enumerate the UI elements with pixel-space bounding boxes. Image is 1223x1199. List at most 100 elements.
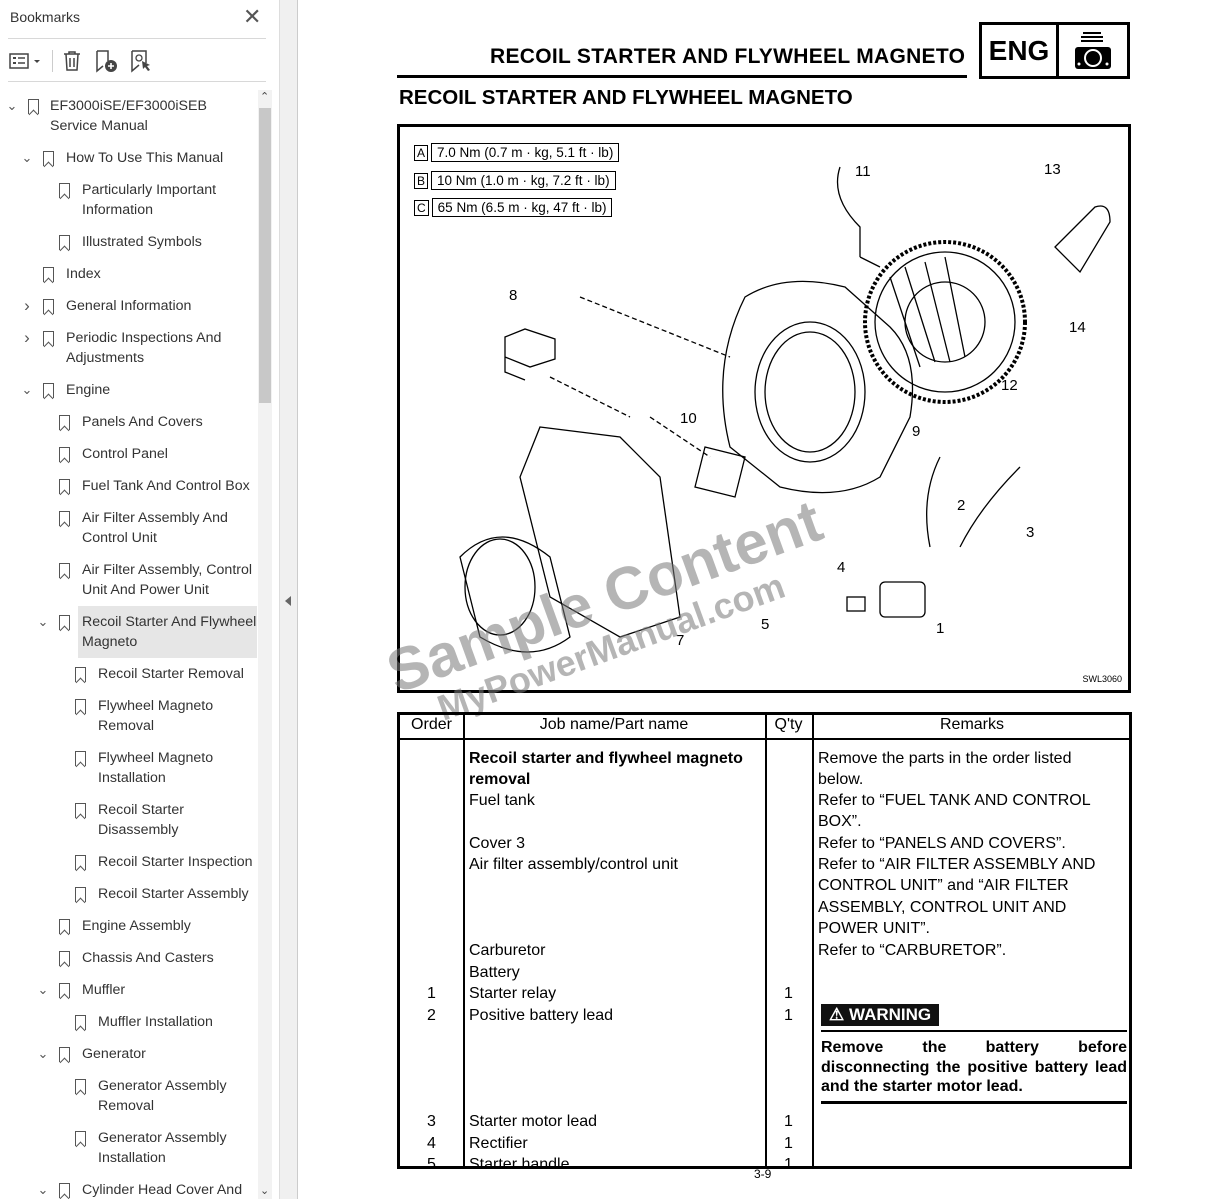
row-order: 2: [427, 1007, 436, 1024]
bookmark-icon: [75, 751, 86, 766]
chevron-down-icon[interactable]: ⌄: [37, 1044, 49, 1064]
bookmark-item[interactable]: Recoil Starter Assembly: [0, 878, 257, 910]
bookmark-icon: [59, 1047, 70, 1062]
chevron-right-icon[interactable]: ›: [21, 296, 33, 316]
row-qty: 1: [784, 985, 793, 1002]
bookmark-item[interactable]: ⌄ Muffler: [0, 974, 257, 1006]
bookmark-item[interactable]: ⌄ Engine: [0, 374, 257, 406]
scroll-up-icon[interactable]: ⌃: [260, 90, 269, 103]
bookmark-from-selection-button[interactable]: [130, 48, 154, 74]
bookmark-icon: [75, 1079, 86, 1094]
bookmark-label: Index: [66, 266, 101, 282]
bookmark-label: General Information: [66, 298, 192, 314]
bookmark-icon: [59, 919, 70, 934]
chevron-down-icon[interactable]: ⌄: [37, 1180, 49, 1199]
bookmark-label: Air Filter Assembly And Control Unit: [82, 510, 228, 546]
col-qty: Q'ty: [774, 716, 803, 733]
bookmark-icon: [75, 855, 86, 870]
close-icon[interactable]: ✕: [243, 4, 261, 30]
bookmark-label: Recoil Starter And Flywheel Magneto: [82, 614, 257, 650]
bookmark-item[interactable]: Index: [0, 258, 257, 290]
row-name: Starter relay: [469, 985, 557, 1002]
bookmark-item[interactable]: › General Information: [0, 290, 257, 322]
warning-text: Remove the battery before disconnecting …: [821, 1030, 1127, 1104]
delete-bookmark-button[interactable]: [62, 48, 82, 74]
options-menu-button[interactable]: [9, 48, 43, 74]
bookmark-item[interactable]: ⌄ Generator: [0, 1038, 257, 1070]
bookmark-icon: [59, 1183, 70, 1198]
chevron-down-icon[interactable]: ⌄: [21, 148, 33, 168]
bookmark-item[interactable]: Recoil Starter Disassembly: [0, 794, 257, 846]
row-qty: 1: [784, 1156, 793, 1173]
bookmark-item[interactable]: ⌄ How To Use This Manual: [0, 142, 257, 174]
row-order: 4: [427, 1135, 436, 1152]
bookmark-label: Generator: [82, 1046, 146, 1062]
add-bookmark-icon: [96, 50, 117, 73]
bookmark-item[interactable]: ⌄ Recoil Starter And Flywheel Magneto: [38, 606, 257, 658]
row-name: Starter handle: [469, 1156, 570, 1173]
bookmark-tree: ⌄ EF3000iSE/EF3000iSEB Service Manual ⌄ How…: [0, 90, 257, 1199]
bookmark-item[interactable]: Muffler Installation: [0, 1006, 257, 1038]
scrollbar[interactable]: ⌃ ⌄: [258, 90, 272, 1199]
chevron-down-icon[interactable]: ⌄: [21, 380, 33, 400]
warning-badge: ⚠ WARNING: [821, 1004, 940, 1026]
bookmark-item[interactable]: Recoil Starter Inspection: [0, 846, 257, 878]
bookmark-item[interactable]: Flywheel Magneto Removal: [0, 690, 257, 742]
bookmark-item[interactable]: Air Filter Assembly, Control Unit And Po…: [0, 554, 257, 606]
collapse-panel-icon[interactable]: [285, 596, 291, 606]
bookmark-item[interactable]: ⌄ Cylinder Head Cover And Cylinder Head: [0, 1174, 257, 1199]
bookmark-label: Recoil Starter Removal: [98, 666, 244, 682]
engine-icon: [1059, 25, 1127, 76]
bookmark-item[interactable]: Fuel Tank And Control Box: [0, 470, 257, 502]
bookmark-icon: [43, 267, 54, 282]
bookmark-icon: [59, 479, 70, 494]
chevron-down-icon[interactable]: ⌄: [6, 96, 18, 116]
bookmark-icon: [75, 1131, 86, 1146]
bookmark-icon: [59, 563, 70, 578]
row-qty: 1: [784, 1007, 793, 1024]
bookmark-icon: [43, 331, 54, 346]
bookmark-item[interactable]: Recoil Starter Removal: [0, 658, 257, 690]
bookmark-item[interactable]: Engine Assembly: [0, 910, 257, 942]
bookmark-label: Engine: [66, 382, 111, 398]
scrollbar-thumb[interactable]: [259, 108, 271, 403]
bookmark-label: Recoil Starter Assembly: [98, 886, 249, 902]
col-order: Order: [411, 716, 452, 733]
bookmark-item[interactable]: Panels And Covers: [0, 406, 257, 438]
bookmark-item[interactable]: Chassis And Casters: [0, 942, 257, 974]
bookmark-label: Generator Assembly Removal: [98, 1078, 227, 1114]
row-name: Rectifier: [469, 1135, 528, 1152]
row-remarks: Refer to “PANELS AND COVERS”.: [818, 835, 1066, 852]
bookmark-item[interactable]: Generator Assembly Removal: [0, 1070, 257, 1122]
add-bookmark-button[interactable]: [95, 48, 119, 74]
header-title: RECOIL STARTER AND FLYWHEEL MAGNETO: [490, 45, 966, 68]
bookmark-icon: [59, 235, 70, 250]
bookmark-icon: [75, 667, 86, 682]
row-name: Starter motor lead: [469, 1113, 598, 1130]
row-name: Carburetor: [469, 942, 546, 959]
bookmark-label: Recoil Starter Inspection: [98, 854, 253, 870]
chevron-down-icon[interactable]: ⌄: [37, 612, 49, 632]
scroll-down-icon[interactable]: ⌄: [260, 1184, 269, 1197]
bookmark-item[interactable]: Flywheel Magneto Installation: [0, 742, 257, 794]
bookmark-icon: [59, 615, 70, 630]
panel-splitter[interactable]: [280, 0, 298, 1199]
bookmark-item[interactable]: Generator Assembly Installation: [0, 1122, 257, 1174]
warning-box: ⚠ WARNING Remove the battery before disc…: [821, 1004, 1127, 1104]
list-options-icon: [9, 53, 40, 69]
bookmark-item[interactable]: Illustrated Symbols: [0, 226, 257, 258]
row-qty: 1: [784, 1135, 793, 1152]
row-name: Cover 3: [469, 835, 526, 852]
chevron-right-icon[interactable]: ›: [21, 328, 33, 348]
bookmark-label: Engine Assembly: [82, 918, 191, 934]
bookmark-item[interactable]: Control Panel: [0, 438, 257, 470]
bookmark-item[interactable]: › Periodic Inspections And Adjustments: [0, 322, 257, 374]
bookmark-icon: [75, 887, 86, 902]
bookmark-item[interactable]: Particularly Important Information: [0, 174, 257, 226]
bookmark-label: Muffler: [82, 982, 126, 998]
bookmark-item[interactable]: Air Filter Assembly And Control Unit: [0, 502, 257, 554]
chevron-down-icon[interactable]: ⌄: [37, 980, 49, 1000]
trash-icon: [64, 51, 80, 71]
bookmark-item[interactable]: ⌄ EF3000iSE/EF3000iSEB Service Manual: [0, 90, 257, 142]
section-badge: ENG: [979, 22, 1130, 79]
